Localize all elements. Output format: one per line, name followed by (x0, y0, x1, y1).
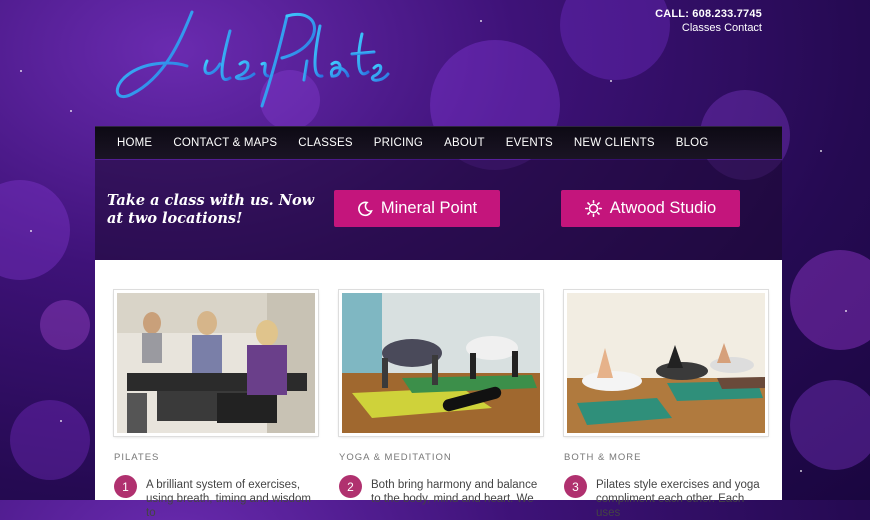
header-link-contact[interactable]: Contact (724, 22, 762, 34)
mineral-point-button[interactable]: Mineral Point (334, 190, 500, 227)
step-badge: 2 (339, 475, 362, 498)
hero-tagline: Take a class with us. Now at two locatio… (107, 192, 315, 227)
card-both-more: BOTH & MORE 3 Pilates style exercises an… (564, 290, 770, 520)
nav-about[interactable]: ABOUT (444, 127, 485, 159)
card-description: A brilliant system of exercises, using b… (146, 479, 311, 519)
yoga-photo[interactable] (339, 290, 543, 436)
card-description: Both bring harmony and balance to the bo… (371, 479, 538, 505)
step-badge: 1 (114, 475, 137, 498)
both-photo[interactable] (564, 290, 768, 436)
phone-number[interactable]: CALL: 608.233.7745 (655, 8, 762, 20)
nav-contact-maps[interactable]: CONTACT & MAPS (173, 127, 277, 159)
nav-blog[interactable]: BLOG (676, 127, 709, 159)
nav-classes[interactable]: CLASSES (298, 127, 352, 159)
header-link-classes[interactable]: Classes (682, 22, 721, 34)
moon-icon (357, 201, 373, 216)
nav-events[interactable]: EVENTS (506, 127, 553, 159)
content-area: PILATES 1 A brilliant system of exercise… (95, 260, 782, 519)
card-category: BOTH & MORE (564, 452, 642, 463)
pilates-photo[interactable] (114, 290, 318, 436)
card-yoga-meditation: YOGA & MEDITATION 2 Both bring harmony a… (339, 290, 545, 506)
card-category: PILATES (114, 452, 160, 463)
sun-icon (584, 200, 602, 217)
mineral-point-label: Mineral Point (380, 199, 478, 217)
nav-new-clients[interactable]: NEW CLIENTS (574, 127, 655, 159)
atwood-studio-label: Atwood Studio (609, 199, 717, 217)
card-pilates: PILATES 1 A brilliant system of exercise… (114, 290, 320, 520)
nav-pricing[interactable]: PRICING (374, 127, 423, 159)
main-nav: HOME CONTACT & MAPS CLASSES PRICING ABOU… (95, 126, 782, 159)
atwood-studio-button[interactable]: Atwood Studio (561, 190, 740, 227)
site-logo[interactable] (112, 6, 392, 116)
hero-banner: Take a class with us. Now at two locatio… (95, 160, 782, 260)
card-description: Pilates style exercises and yoga complim… (596, 479, 760, 519)
header-contact: CALL: 608.233.7745 Classes Contact (655, 8, 762, 34)
step-badge: 3 (564, 475, 587, 498)
nav-home[interactable]: HOME (117, 127, 152, 159)
card-category: YOGA & MEDITATION (339, 452, 452, 463)
